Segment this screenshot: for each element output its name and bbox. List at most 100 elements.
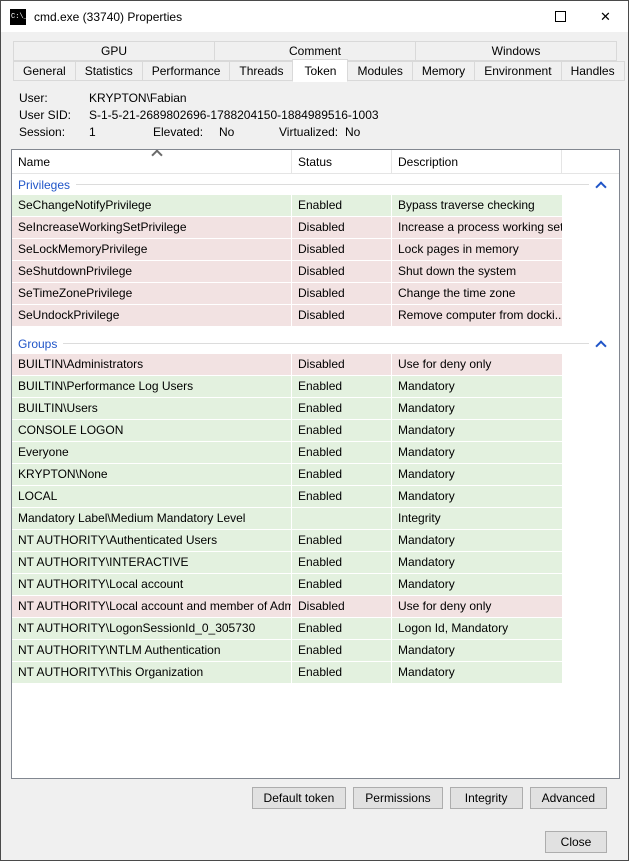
list-row[interactable]: NT AUTHORITY\INTERACTIVEEnabledMandatory [12, 552, 562, 574]
cell-name: KRYPTON\None [12, 464, 292, 485]
list-row[interactable]: NT AUTHORITY\NTLM AuthenticationEnabledM… [12, 640, 562, 662]
cell-status: Enabled [292, 464, 392, 485]
group-label: Privileges [18, 178, 76, 192]
cell-status: Disabled [292, 305, 392, 326]
cell-description: Increase a process working set [392, 217, 562, 238]
chevron-up-icon[interactable] [595, 340, 606, 351]
list-row[interactable]: SeTimeZonePrivilegeDisabledChange the ti… [12, 283, 562, 305]
cell-description: Lock pages in memory [392, 239, 562, 260]
cell-status: Disabled [292, 217, 392, 238]
cell-status: Disabled [292, 283, 392, 304]
tab-general[interactable]: General [13, 61, 76, 81]
cell-status: Disabled [292, 261, 392, 282]
tab-modules[interactable]: Modules [347, 61, 412, 81]
list-row[interactable]: NT AUTHORITY\Authenticated UsersEnabledM… [12, 530, 562, 552]
window-title: cmd.exe (33740) Properties [34, 10, 182, 24]
list-row[interactable]: KRYPTON\NoneEnabledMandatory [12, 464, 562, 486]
cell-name: Mandatory Label\Medium Mandatory Level [12, 508, 292, 529]
cell-description: Mandatory [392, 552, 562, 573]
cell-status [292, 508, 392, 529]
list-row[interactable]: SeLockMemoryPrivilegeDisabledLock pages … [12, 239, 562, 261]
list-row[interactable]: BUILTIN\Performance Log UsersEnabledMand… [12, 376, 562, 398]
maximize-button[interactable] [538, 1, 583, 32]
cell-description: Mandatory [392, 574, 562, 595]
session-label: Session: [19, 125, 65, 139]
cell-description: Bypass traverse checking [392, 195, 562, 216]
cell-description: Mandatory [392, 530, 562, 551]
default-token-button[interactable]: Default token [252, 787, 347, 809]
list-row[interactable]: NT AUTHORITY\This OrganizationEnabledMan… [12, 662, 562, 684]
advanced-button[interactable]: Advanced [530, 787, 607, 809]
list-row[interactable]: NT AUTHORITY\LogonSessionId_0_305730Enab… [12, 618, 562, 640]
token-list-body: Privileges SeChangeNotifyPrivilegeEnabled… [12, 174, 619, 684]
list-row[interactable]: NT AUTHORITY\Local account and member of… [12, 596, 562, 618]
cell-description: Shut down the system [392, 261, 562, 282]
list-row[interactable]: BUILTIN\AdministratorsDisabledUse for de… [12, 354, 562, 376]
tab-windows[interactable]: Windows [415, 41, 617, 61]
permissions-button[interactable]: Permissions [353, 787, 442, 809]
cell-description: Logon Id, Mandatory [392, 618, 562, 639]
cell-status: Enabled [292, 662, 392, 683]
chevron-up-icon[interactable] [595, 181, 606, 192]
tab-handles[interactable]: Handles [561, 61, 625, 81]
list-row[interactable]: CONSOLE LOGONEnabledMandatory [12, 420, 562, 442]
cell-status: Enabled [292, 618, 392, 639]
sid-value: S-1-5-21-2689802696-1788204150-188498951… [89, 108, 379, 122]
tab-comment[interactable]: Comment [214, 41, 416, 61]
close-icon: ✕ [600, 10, 611, 23]
group-header[interactable]: Privileges [12, 174, 619, 195]
cell-name: NT AUTHORITY\Authenticated Users [12, 530, 292, 551]
cell-name: CONSOLE LOGON [12, 420, 292, 441]
cell-name: NT AUTHORITY\INTERACTIVE [12, 552, 292, 573]
cell-name: BUILTIN\Performance Log Users [12, 376, 292, 397]
list-row[interactable]: SeShutdownPrivilegeDisabledShut down the… [12, 261, 562, 283]
integrity-button[interactable]: Integrity [450, 787, 523, 809]
tab-threads[interactable]: Threads [229, 61, 293, 81]
tab-memory[interactable]: Memory [412, 61, 475, 81]
action-buttons: Default token Permissions Integrity Adva… [252, 787, 607, 809]
tab-performance[interactable]: Performance [142, 61, 231, 81]
close-button[interactable]: Close [545, 831, 607, 853]
cell-status: Enabled [292, 195, 392, 216]
cell-description: Mandatory [392, 486, 562, 507]
close-window-button[interactable]: ✕ [583, 1, 628, 32]
titlebar[interactable]: C:\_ cmd.exe (33740) Properties ✕ [1, 1, 628, 32]
cell-description: Change the time zone [392, 283, 562, 304]
column-header-status[interactable]: Status [292, 150, 392, 173]
cell-description: Remove computer from docki... [392, 305, 562, 326]
list-row[interactable]: BUILTIN\UsersEnabledMandatory [12, 398, 562, 420]
list-row[interactable]: EveryoneEnabledMandatory [12, 442, 562, 464]
cmd-icon: C:\_ [10, 9, 26, 25]
tab-token[interactable]: Token [292, 59, 348, 82]
list-row[interactable]: SeIncreaseWorkingSetPrivilegeDisabledInc… [12, 217, 562, 239]
cell-description: Mandatory [392, 376, 562, 397]
cell-name: SeIncreaseWorkingSetPrivilege [12, 217, 292, 238]
cell-name: SeShutdownPrivilege [12, 261, 292, 282]
column-header-description[interactable]: Description [392, 150, 562, 173]
cell-name: SeLockMemoryPrivilege [12, 239, 292, 260]
tab-environment[interactable]: Environment [474, 61, 561, 81]
cell-name: BUILTIN\Administrators [12, 354, 292, 375]
tab-gpu[interactable]: GPU [13, 41, 215, 61]
group-header[interactable]: Groups [12, 333, 619, 354]
cell-status: Enabled [292, 486, 392, 507]
list-row[interactable]: SeUndockPrivilegeDisabledRemove computer… [12, 305, 562, 327]
list-row[interactable]: SeChangeNotifyPrivilegeEnabledBypass tra… [12, 195, 562, 217]
cell-description: Use for deny only [392, 354, 562, 375]
cell-name: Everyone [12, 442, 292, 463]
cell-description: Mandatory [392, 662, 562, 683]
virtualized-value: No [345, 125, 360, 139]
list-row[interactable]: NT AUTHORITY\Local accountEnabledMandato… [12, 574, 562, 596]
list-row[interactable]: LOCALEnabledMandatory [12, 486, 562, 508]
cell-status: Enabled [292, 552, 392, 573]
tab-statistics[interactable]: Statistics [75, 61, 143, 81]
properties-dialog: C:\_ cmd.exe (33740) Properties ✕ GPU Co… [0, 0, 629, 861]
cell-name: SeTimeZonePrivilege [12, 283, 292, 304]
list-row[interactable]: Mandatory Label\Medium Mandatory LevelIn… [12, 508, 562, 530]
user-label: User: [19, 91, 48, 105]
cell-description: Mandatory [392, 464, 562, 485]
cell-description: Mandatory [392, 420, 562, 441]
virtualized-label: Virtualized: [279, 125, 338, 139]
cell-status: Enabled [292, 420, 392, 441]
maximize-icon [555, 11, 566, 22]
